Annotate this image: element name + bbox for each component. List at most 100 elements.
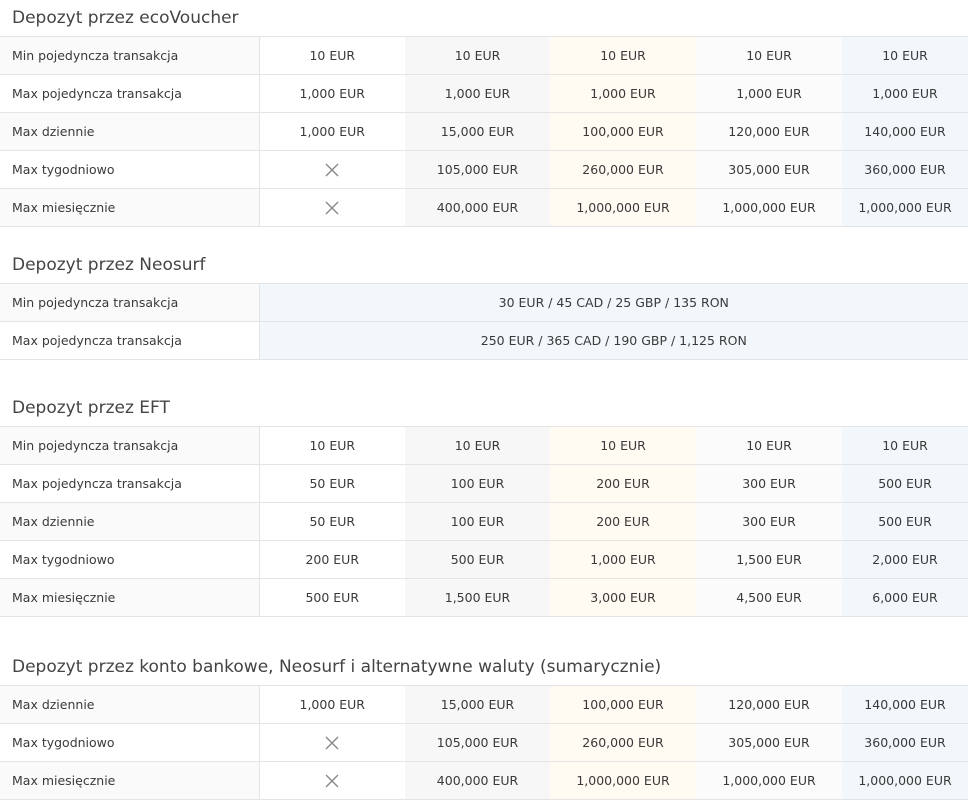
table-row: Max tygodniowo 200 EUR 500 EUR 1,000 EUR 1,5… (0, 540, 968, 579)
tier-value-cell: 10 EUR (259, 36, 405, 75)
tier-value-cell: 10 EUR (696, 426, 842, 465)
not-available-cell (259, 761, 405, 800)
table-row: Max dziennie 50 EUR 100 EUR 200 EUR 300 EUR 5… (0, 502, 968, 541)
tier-value-cell: 1,000 EUR (405, 74, 550, 113)
combined-value-cell: 30 EUR / 45 CAD / 25 GBP / 135 RON (259, 283, 968, 322)
not-available-cell (259, 723, 405, 762)
tier-value-cell: 360,000 EUR (842, 723, 968, 762)
tier-value-cell: 1,000 EUR (259, 74, 405, 113)
limits-page: Depozyt przez ecoVoucher Min pojedyncza t… (0, 0, 968, 800)
tier-value-cell: 50 EUR (259, 464, 405, 503)
row-label: Max dziennie (0, 112, 260, 151)
tier-value-cell: 200 EUR (550, 502, 696, 541)
row-label: Min pojedyncza transakcja (0, 426, 260, 465)
tier-value-cell: 1,000,000 EUR (842, 761, 968, 800)
section-title: Depozyt przez EFT (12, 398, 170, 418)
row-label: Min pojedyncza transakcja (0, 283, 260, 322)
tier-value-cell: 200 EUR (259, 540, 405, 579)
tier-value-cell: 1,000,000 EUR (550, 188, 696, 227)
tier-value-cell: 1,000 EUR (259, 685, 405, 724)
row-label: Max tygodniowo (0, 723, 260, 762)
table-row: Max pojedyncza transakcja 250 EUR / 365 C… (0, 321, 968, 360)
tier-value-cell: 4,500 EUR (696, 578, 842, 617)
tier-value-cell: 120,000 EUR (696, 112, 842, 151)
limits-table: Min pojedyncza transakcja 10 EUR 10 EUR 10 … (0, 36, 968, 227)
tier-value-cell: 1,000,000 EUR (842, 188, 968, 227)
tier-value-cell: 200 EUR (550, 464, 696, 503)
tier-value-cell: 10 EUR (259, 426, 405, 465)
tier-value-cell: 105,000 EUR (405, 723, 550, 762)
close-x-icon (325, 736, 339, 750)
table-row: Max dziennie 1,000 EUR 15,000 EUR 100,000 E… (0, 112, 968, 151)
tier-value-cell: 500 EUR (405, 540, 550, 579)
table-row: Max pojedyncza transakcja 50 EUR 100 EUR 20… (0, 464, 968, 503)
tier-value-cell: 100 EUR (405, 502, 550, 541)
row-label: Min pojedyncza transakcja (0, 36, 260, 75)
tier-value-cell: 1,000 EUR (842, 74, 968, 113)
tier-value-cell: 1,500 EUR (696, 540, 842, 579)
table-row: Max miesięcznie 400,000 EUR 1,000,000 EUR 1… (0, 761, 968, 800)
tier-value-cell: 140,000 EUR (842, 685, 968, 724)
tier-value-cell: 120,000 EUR (696, 685, 842, 724)
close-x-icon (325, 201, 339, 215)
row-label: Max tygodniowo (0, 540, 260, 579)
tier-value-cell: 500 EUR (842, 464, 968, 503)
tier-value-cell: 300 EUR (696, 502, 842, 541)
row-label: Max miesięcznie (0, 188, 260, 227)
tier-value-cell: 1,000 EUR (696, 74, 842, 113)
tier-value-cell: 1,000,000 EUR (550, 761, 696, 800)
limits-table: Max dziennie 1,000 EUR 15,000 EUR 100,000 E… (0, 685, 968, 800)
table-row: Min pojedyncza transakcja 10 EUR 10 EUR 10 … (0, 426, 968, 465)
not-available-cell (259, 150, 405, 189)
row-label: Max tygodniowo (0, 150, 260, 189)
table-row: Max tygodniowo 105,000 EUR 260,000 EUR 305,… (0, 723, 968, 762)
tier-value-cell: 1,500 EUR (405, 578, 550, 617)
row-label: Max dziennie (0, 685, 260, 724)
tier-value-cell: 100 EUR (405, 464, 550, 503)
tier-value-cell: 6,000 EUR (842, 578, 968, 617)
tier-value-cell: 50 EUR (259, 502, 405, 541)
tier-value-cell: 10 EUR (405, 426, 550, 465)
tier-value-cell: 3,000 EUR (550, 578, 696, 617)
section-title: Depozyt przez Neosurf (12, 255, 206, 275)
row-label: Max pojedyncza transakcja (0, 464, 260, 503)
close-x-icon (325, 163, 339, 177)
not-available-cell (259, 188, 405, 227)
row-label: Max pojedyncza transakcja (0, 321, 260, 360)
row-label: Max dziennie (0, 502, 260, 541)
limits-table: Min pojedyncza transakcja 10 EUR 10 EUR 10 … (0, 426, 968, 617)
tier-value-cell: 10 EUR (842, 36, 968, 75)
tier-value-cell: 305,000 EUR (696, 150, 842, 189)
table-row: Max miesięcznie 500 EUR 1,500 EUR 3,000 EUR… (0, 578, 968, 617)
row-label: Max pojedyncza transakcja (0, 74, 260, 113)
tier-value-cell: 10 EUR (550, 426, 696, 465)
table-row: Max tygodniowo 105,000 EUR 260,000 EUR 305,… (0, 150, 968, 189)
tier-value-cell: 15,000 EUR (405, 685, 550, 724)
tier-value-cell: 1,000 EUR (550, 74, 696, 113)
tier-value-cell: 500 EUR (259, 578, 405, 617)
tier-value-cell: 100,000 EUR (550, 112, 696, 151)
tier-value-cell: 1,000 EUR (550, 540, 696, 579)
section-title: Depozyt przez konto bankowe, Neosurf i a… (12, 657, 662, 677)
tier-value-cell: 100,000 EUR (550, 685, 696, 724)
table-row: Min pojedyncza transakcja 10 EUR 10 EUR 10 … (0, 36, 968, 75)
tier-value-cell: 10 EUR (405, 36, 550, 75)
tier-value-cell: 1,000 EUR (259, 112, 405, 151)
tier-value-cell: 500 EUR (842, 502, 968, 541)
tier-value-cell: 140,000 EUR (842, 112, 968, 151)
table-row: Max dziennie 1,000 EUR 15,000 EUR 100,000 E… (0, 685, 968, 724)
tier-value-cell: 10 EUR (842, 426, 968, 465)
tier-value-cell: 15,000 EUR (405, 112, 550, 151)
tier-value-cell: 300 EUR (696, 464, 842, 503)
table-row: Min pojedyncza transakcja 30 EUR / 45 CAD… (0, 283, 968, 322)
table-row: Max miesięcznie 400,000 EUR 1,000,000 EUR 1… (0, 188, 968, 227)
tier-value-cell: 400,000 EUR (405, 188, 550, 227)
section-title: Depozyt przez ecoVoucher (12, 8, 239, 28)
tier-value-cell: 10 EUR (696, 36, 842, 75)
tier-value-cell: 360,000 EUR (842, 150, 968, 189)
tier-value-cell: 400,000 EUR (405, 761, 550, 800)
tier-value-cell: 260,000 EUR (550, 150, 696, 189)
tier-value-cell: 2,000 EUR (842, 540, 968, 579)
tier-value-cell: 305,000 EUR (696, 723, 842, 762)
table-row: Max pojedyncza transakcja 1,000 EUR 1,000 … (0, 74, 968, 113)
